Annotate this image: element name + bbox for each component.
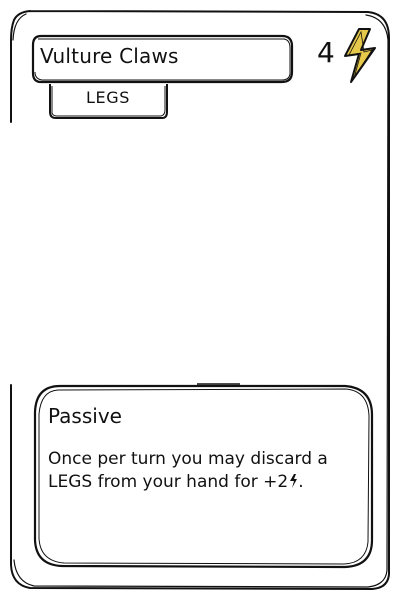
ability-text: Once per turn you may discard a LEGS fro… — [48, 449, 328, 492]
ability-type: Passive — [48, 404, 122, 428]
lightning-bolt-icon — [344, 28, 376, 83]
energy-cost: 4 — [317, 36, 335, 69]
lightning-bolt-icon — [290, 474, 298, 488]
slot-tag: LEGS — [86, 88, 130, 107]
card-name: Vulture Claws — [40, 44, 179, 68]
ability-description: Once per turn you may discard a LEGS fro… — [48, 448, 358, 494]
ability-text-suffix: . — [298, 472, 304, 492]
